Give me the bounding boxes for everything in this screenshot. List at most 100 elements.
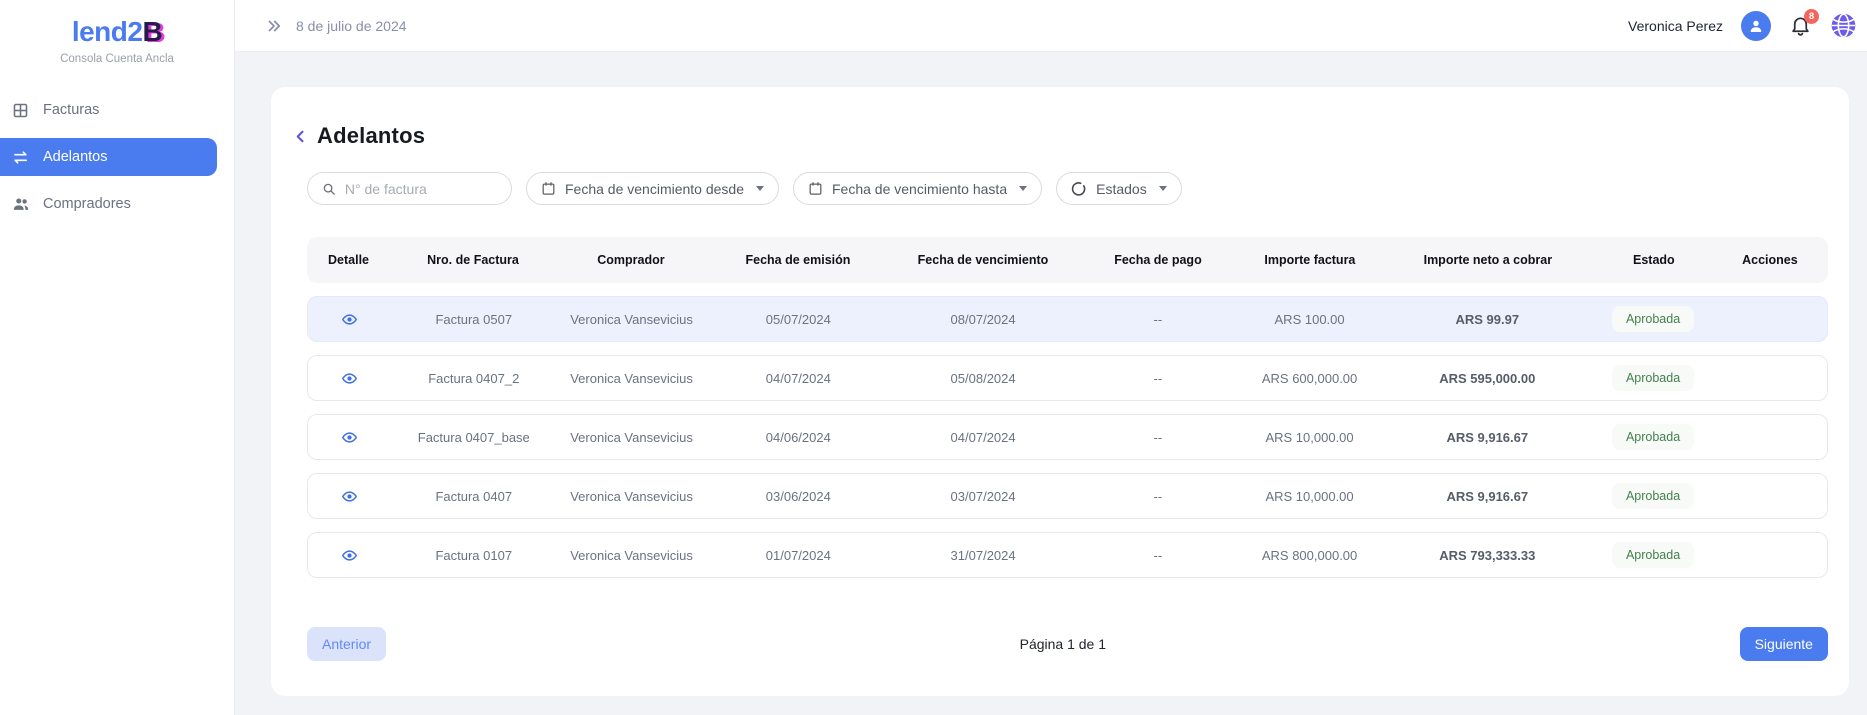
- issue-date-cell: 01/07/2024: [706, 548, 890, 563]
- table-row: Factura 0407_base Veronica Vansevicius 0…: [307, 414, 1828, 460]
- invoice-search[interactable]: [307, 172, 512, 205]
- swap-icon: [11, 148, 30, 167]
- invoice-number-cell: Factura 0507: [391, 312, 557, 327]
- page-title: Adelantos: [317, 123, 425, 149]
- eye-icon[interactable]: [341, 429, 358, 446]
- notifications-button[interactable]: 8: [1789, 14, 1812, 37]
- eye-icon[interactable]: [341, 488, 358, 505]
- avatar[interactable]: [1741, 11, 1771, 41]
- states-filter[interactable]: Estados: [1056, 172, 1182, 205]
- status-circle-icon: [1071, 181, 1087, 197]
- eye-icon[interactable]: [341, 370, 358, 387]
- caret-down-icon: [1019, 186, 1027, 191]
- column-header: Importe neto a cobrar: [1380, 253, 1596, 267]
- date-from-filter[interactable]: Fecha de vencimiento desde: [526, 172, 779, 205]
- net-amount-cell: ARS 595,000.00: [1379, 371, 1595, 386]
- sidebar-collapse-icon[interactable]: [265, 17, 283, 35]
- payment-date-cell: --: [1076, 430, 1240, 445]
- main-column: 8 de julio de 2024 Veronica Perez 8: [235, 0, 1867, 715]
- detail-cell[interactable]: [308, 487, 391, 504]
- table-row: Factura 0507 Veronica Vansevicius 05/07/…: [307, 296, 1828, 342]
- column-header: Fecha de emisión: [706, 253, 890, 267]
- detail-cell[interactable]: [308, 369, 391, 386]
- buyer-cell: Veronica Vansevicius: [557, 489, 707, 504]
- table-header-row: DetalleNro. de FacturaCompradorFecha de …: [307, 237, 1828, 283]
- invoice-number-cell: Factura 0407: [391, 489, 557, 504]
- invoice-amount-cell: ARS 10,000.00: [1240, 430, 1380, 445]
- logo-text-blue: lend2: [72, 16, 143, 47]
- search-icon: [322, 181, 336, 197]
- table-body: Factura 0507 Veronica Vansevicius 05/07/…: [307, 296, 1828, 578]
- status-cell: Aprobada: [1595, 424, 1711, 450]
- sidebar-item-compradores[interactable]: Compradores: [0, 185, 217, 223]
- invoice-amount-cell: ARS 10,000.00: [1240, 489, 1380, 504]
- buyer-cell: Veronica Vansevicius: [557, 548, 707, 563]
- column-header: Fecha de vencimiento: [890, 253, 1076, 267]
- sidebar-item-facturas[interactable]: Facturas: [0, 91, 217, 129]
- issue-date-cell: 04/07/2024: [706, 371, 890, 386]
- date-to-filter[interactable]: Fecha de vencimiento hasta: [793, 172, 1042, 205]
- search-input[interactable]: [345, 181, 497, 197]
- issue-date-cell: 05/07/2024: [706, 312, 890, 327]
- date-from-label: Fecha de vencimiento desde: [565, 181, 744, 197]
- buyer-cell: Veronica Vansevicius: [557, 312, 707, 327]
- status-cell: Aprobada: [1595, 365, 1711, 391]
- date-to-label: Fecha de vencimiento hasta: [832, 181, 1007, 197]
- status-badge: Aprobada: [1612, 542, 1694, 568]
- status-badge: Aprobada: [1612, 365, 1694, 391]
- next-page-button[interactable]: Siguiente: [1740, 627, 1828, 661]
- net-amount-cell: ARS 9,916.67: [1379, 489, 1595, 504]
- column-header: Nro. de Factura: [390, 253, 556, 267]
- net-amount-cell: ARS 9,916.67: [1379, 430, 1595, 445]
- current-date: 8 de julio de 2024: [296, 18, 407, 34]
- detail-cell[interactable]: [308, 428, 391, 445]
- status-badge: Aprobada: [1612, 424, 1694, 450]
- invoice-number-cell: Factura 0107: [391, 548, 557, 563]
- buyer-cell: Veronica Vansevicius: [557, 430, 707, 445]
- invoice-amount-cell: ARS 600,000.00: [1240, 371, 1380, 386]
- payment-date-cell: --: [1076, 489, 1240, 504]
- payment-date-cell: --: [1076, 312, 1240, 327]
- status-badge: Aprobada: [1612, 483, 1694, 509]
- sidebar-item-adelantos[interactable]: Adelantos: [0, 138, 217, 176]
- table-row: Factura 0407 Veronica Vansevicius 03/06/…: [307, 473, 1828, 519]
- states-label: Estados: [1096, 181, 1147, 197]
- due-date-cell: 05/08/2024: [890, 371, 1076, 386]
- sidebar-menu: Facturas Adelantos Compradores: [0, 91, 234, 223]
- sidebar: lend2B Consola Cuenta Ancla Facturas Ade…: [0, 0, 235, 715]
- status-cell: Aprobada: [1595, 483, 1711, 509]
- issue-date-cell: 04/06/2024: [706, 430, 890, 445]
- net-amount-cell: ARS 793,333.33: [1379, 548, 1595, 563]
- title-row: Adelantos: [307, 123, 1828, 149]
- detail-cell[interactable]: [308, 546, 391, 563]
- sidebar-item-label: Compradores: [43, 196, 131, 212]
- invoice-amount-cell: ARS 800,000.00: [1240, 548, 1380, 563]
- status-badge: Aprobada: [1612, 306, 1694, 332]
- column-header: Estado: [1596, 253, 1712, 267]
- status-cell: Aprobada: [1595, 542, 1711, 568]
- language-globe-button[interactable]: [1830, 12, 1857, 39]
- caret-down-icon: [1159, 186, 1167, 191]
- calendar-icon: [541, 181, 556, 196]
- status-cell: Aprobada: [1595, 306, 1711, 332]
- globe-icon: [1830, 12, 1857, 39]
- back-button[interactable]: [291, 127, 310, 146]
- sidebar-item-label: Adelantos: [43, 149, 108, 165]
- advances-table: DetalleNro. de FacturaCompradorFecha de …: [307, 237, 1828, 578]
- eye-icon[interactable]: [341, 311, 358, 328]
- previous-page-button[interactable]: Anterior: [307, 627, 386, 661]
- logo-text-dark: B: [142, 16, 162, 47]
- column-header: Detalle: [307, 253, 390, 267]
- due-date-cell: 08/07/2024: [890, 312, 1076, 327]
- user-name: Veronica Perez: [1628, 18, 1723, 34]
- topbar: 8 de julio de 2024 Veronica Perez 8: [235, 0, 1867, 52]
- filters-bar: Fecha de vencimiento desde Fecha de venc…: [307, 172, 1828, 205]
- invoice-number-cell: Factura 0407_base: [391, 430, 557, 445]
- calendar-icon: [808, 181, 823, 196]
- table-row: Factura 0407_2 Veronica Vansevicius 04/0…: [307, 355, 1828, 401]
- detail-cell[interactable]: [308, 310, 391, 327]
- topbar-left: 8 de julio de 2024: [265, 17, 407, 35]
- eye-icon[interactable]: [341, 547, 358, 564]
- logo: lend2B: [0, 16, 234, 48]
- chevron-left-icon: [291, 127, 310, 146]
